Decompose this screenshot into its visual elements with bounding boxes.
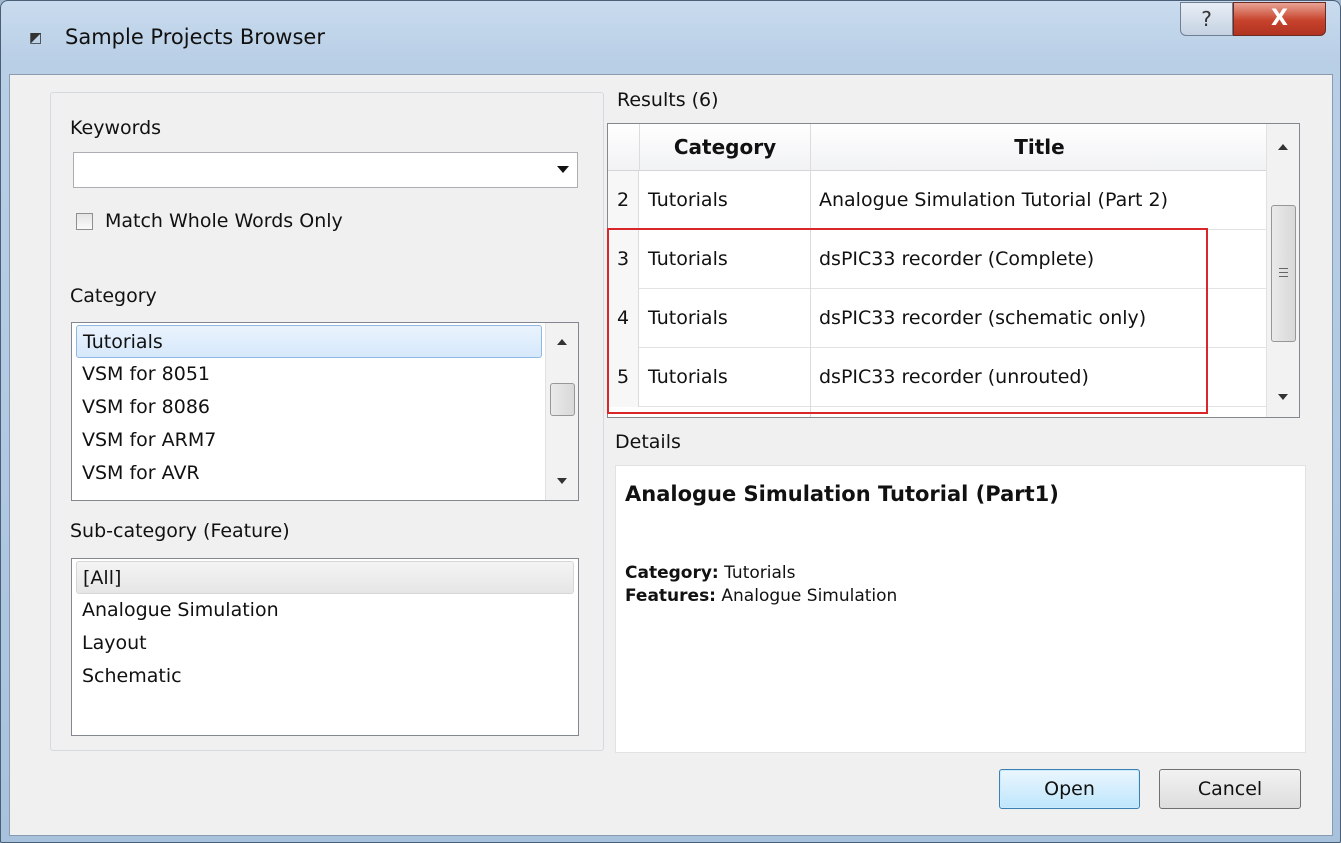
scroll-grip-icon [1279, 272, 1288, 273]
row-category: Tutorials [648, 248, 728, 270]
row-title: Analogue Simulation Tutorial (Part 2) [819, 189, 1169, 211]
keywords-label: Keywords [70, 117, 162, 139]
scroll-grip-icon [1279, 268, 1288, 269]
scroll-thumb[interactable] [550, 383, 575, 416]
results-scrollbar[interactable] [1266, 124, 1299, 417]
scroll-up-icon[interactable] [557, 339, 567, 345]
close-button[interactable]: X [1233, 2, 1326, 36]
details-heading: Analogue Simulation Tutorial (Part1) [625, 482, 1059, 506]
table-row[interactable]: 2 Tutorials Analogue Simulation Tutorial… [608, 171, 1268, 230]
cancel-button[interactable]: Cancel [1159, 769, 1301, 809]
scroll-down-icon[interactable] [557, 478, 567, 484]
dialog-window: ◩ Sample Projects Browser ? X Keywords M… [0, 0, 1341, 843]
row-number-header [608, 124, 639, 171]
match-whole-words-label[interactable]: Match Whole Words Only [105, 210, 343, 232]
window-title: Sample Projects Browser [65, 25, 325, 49]
table-row[interactable]: 4 Tutorials dsPIC33 recorder (schematic … [608, 289, 1268, 348]
row-title: dsPIC33 recorder (schematic only) [819, 307, 1147, 329]
results-label: Results (6) [617, 89, 719, 111]
subcategory-listbox[interactable]: [All] Analogue Simulation Layout Schemat… [71, 558, 579, 736]
row-number: 5 [608, 348, 639, 407]
row-category: Tutorials [648, 307, 728, 329]
scroll-thumb[interactable] [1271, 205, 1296, 342]
column-divider [810, 124, 811, 417]
category-item[interactable]: VSM for 8086 [76, 391, 210, 424]
subcategory-item[interactable]: Analogue Simulation [76, 594, 279, 627]
row-number: 2 [608, 171, 639, 230]
details-features-value: Analogue Simulation [721, 586, 898, 606]
subcategory-item[interactable]: [All] [76, 561, 574, 594]
row-title: dsPIC33 recorder (Complete) [819, 248, 1095, 270]
table-row[interactable]: 5 Tutorials dsPIC33 recorder (unrouted) [608, 348, 1268, 407]
row-title: dsPIC33 recorder (unrouted) [819, 366, 1089, 388]
results-table[interactable]: Category Title 2 Tutorials Analogue Simu… [607, 123, 1300, 418]
scroll-grip-icon [1279, 276, 1288, 277]
help-button[interactable]: ? [1180, 2, 1233, 36]
subcategory-label: Sub-category (Feature) [70, 520, 290, 542]
subcategory-item[interactable]: Schematic [76, 660, 182, 693]
category-label: Category [70, 285, 157, 307]
scroll-up-icon[interactable] [1278, 144, 1288, 150]
keywords-combobox[interactable] [73, 152, 578, 188]
row-category: Tutorials [648, 189, 728, 211]
app-icon: ◩ [29, 30, 43, 46]
category-listbox[interactable]: Tutorials VSM for 8051 VSM for 8086 VSM … [71, 322, 579, 501]
details-panel: Analogue Simulation Tutorial (Part1) Cat… [615, 465, 1306, 753]
category-item[interactable]: VSM for ARM7 [76, 424, 216, 457]
category-item[interactable]: VSM for AVR [76, 457, 200, 490]
column-header-title[interactable]: Title [810, 124, 1268, 171]
column-header-category[interactable]: Category [639, 124, 810, 171]
row-category: Tutorials [648, 366, 728, 388]
details-label: Details [615, 431, 681, 453]
details-category-key: Category: [625, 563, 719, 583]
dropdown-arrow-icon[interactable] [557, 166, 569, 173]
category-scrollbar[interactable] [545, 323, 578, 500]
details-category-line: Category: Tutorials [625, 563, 795, 583]
dialog-client-area: Keywords Match Whole Words Only Category… [9, 74, 1333, 836]
row-number: 3 [608, 230, 639, 289]
match-whole-words-checkbox[interactable] [76, 213, 93, 230]
open-button[interactable]: Open [999, 769, 1140, 809]
filter-group: Keywords Match Whole Words Only Category… [50, 92, 604, 751]
subcategory-item[interactable]: Layout [76, 627, 147, 660]
category-item[interactable]: VSM for 8051 [76, 358, 210, 391]
scroll-down-icon[interactable] [1278, 394, 1288, 400]
details-category-value: Tutorials [724, 563, 796, 583]
table-row[interactable]: 3 Tutorials dsPIC33 recorder (Complete) [608, 230, 1268, 289]
title-bar[interactable]: ◩ Sample Projects Browser ? X [1, 1, 1340, 75]
row-number: 4 [608, 289, 639, 348]
details-features-key: Features: [625, 586, 716, 606]
category-item[interactable]: Tutorials [76, 325, 542, 358]
details-features-line: Features: Analogue Simulation [625, 586, 897, 606]
